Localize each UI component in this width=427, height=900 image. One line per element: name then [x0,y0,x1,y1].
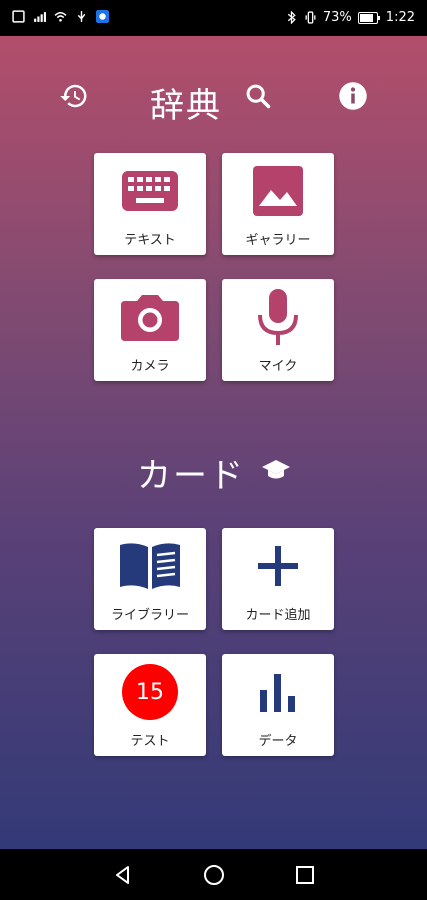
home-icon [204,865,224,885]
sim-icon [12,10,25,23]
tile-label: テキスト [124,233,176,248]
dictionary-title: 辞典 [150,86,222,126]
usb-icon [77,11,86,22]
app-notification-icon [96,10,109,23]
camera-tile[interactable]: カメラ [94,279,206,381]
bluetooth-icon [287,11,296,24]
vibrate-icon [305,11,316,24]
data-tile[interactable]: データ [222,654,334,756]
history-icon [60,84,87,108]
status-bar: 73% 1:22 [0,0,427,36]
info-icon [339,82,367,110]
main-screen: 辞典 テキスト ギャラリー カメラ マイク カード ライブラリー カード追加 1… [0,36,427,849]
add-card-tile[interactable]: カード追加 [222,528,334,630]
tile-label: マイク [258,359,298,374]
recents-button[interactable] [291,861,319,889]
microphone-tile[interactable]: マイク [222,279,334,381]
tile-label: ギャラリー [245,233,311,248]
camera-icon [121,295,179,341]
plus-icon [258,546,298,586]
test-count-badge: 15 [122,664,178,720]
book-icon [120,543,180,589]
gallery-tile[interactable]: ギャラリー [222,153,334,255]
graduation-cap-icon [262,460,290,479]
search-button[interactable] [238,76,278,116]
navigation-bar [0,849,427,900]
cards-title: カード [137,456,245,496]
tile-label: データ [258,734,298,749]
history-button[interactable] [54,76,94,116]
study-button[interactable] [256,450,296,490]
tile-label: カード追加 [245,608,311,623]
battery-percent: 73% [322,10,352,25]
clock: 1:22 [385,10,415,25]
microphone-icon [258,289,298,345]
search-icon [246,84,271,109]
back-icon [116,866,129,884]
library-tile[interactable]: ライブラリー [94,528,206,630]
tile-label: テスト [130,734,170,749]
home-button[interactable] [200,861,228,889]
keyboard-icon [122,171,178,211]
bar-chart-icon [260,674,295,712]
image-icon [253,166,303,216]
back-button[interactable] [109,861,137,889]
tile-label: ライブラリー [110,608,189,623]
test-tile[interactable]: 15 テスト [94,654,206,756]
wifi-icon [54,11,67,22]
signal-icon [34,12,46,22]
info-button[interactable] [333,76,373,116]
text-input-tile[interactable]: テキスト [94,153,206,255]
recents-icon [296,866,314,884]
tile-label: カメラ [130,359,170,374]
battery-icon [357,11,380,24]
